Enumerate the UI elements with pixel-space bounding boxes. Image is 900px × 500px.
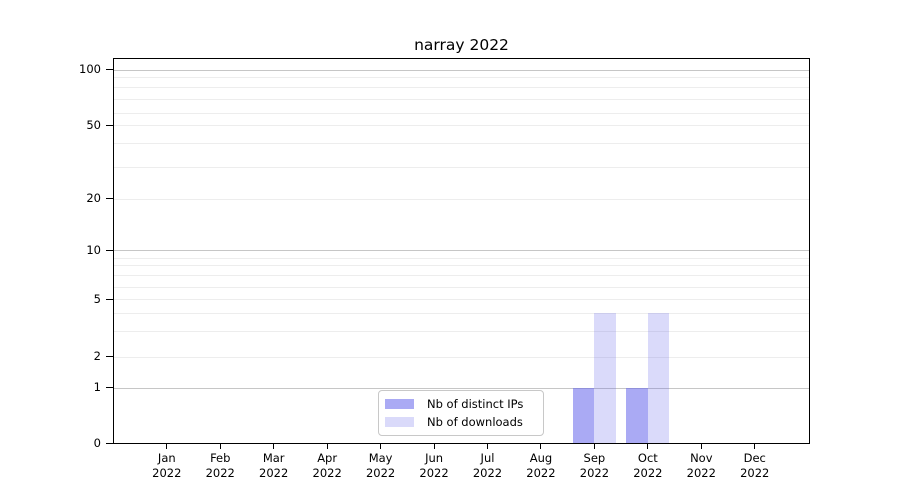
gridline-major-10 — [113, 250, 810, 251]
x-tick-year: 2022 — [740, 465, 770, 480]
legend-swatch-distinct-ips — [385, 399, 414, 409]
bar-downloads-sep — [594, 313, 616, 444]
legend: Nb of distinct IPs Nb of downloads — [378, 390, 544, 436]
y-tick-20 — [106, 198, 113, 199]
x-tick-month: Dec — [743, 451, 766, 465]
x-tick-may — [380, 444, 382, 449]
gridline-minor-9 — [113, 258, 810, 260]
legend-label-distinct-ips: Nb of distinct IPs — [427, 397, 524, 411]
x-tick-aug — [540, 444, 542, 449]
gridline-minor-30 — [113, 166, 810, 168]
gridline-minor-5 — [113, 299, 810, 300]
gridline-minor-4 — [113, 313, 810, 315]
y-tick-label-2: 2 — [93, 349, 101, 363]
y-tick-label-20: 20 — [86, 191, 101, 205]
x-tick-jan — [166, 444, 168, 449]
legend-swatch-downloads — [385, 417, 414, 427]
x-tick-jun — [433, 444, 435, 449]
gridline-minor-80 — [113, 87, 810, 88]
legend-label-downloads: Nb of downloads — [427, 415, 523, 429]
x-tick-apr — [326, 444, 328, 449]
x-tick-nov — [700, 444, 702, 449]
y-tick-50 — [106, 124, 113, 126]
gridline-minor-70 — [113, 99, 810, 100]
gridline-minor-60 — [113, 112, 810, 114]
gridline-major-100 — [113, 69, 810, 71]
y-tick-label-100: 100 — [79, 62, 101, 76]
legend-item-distinct-ips: Nb of distinct IPs — [385, 397, 537, 411]
y-tick-label-0: 0 — [93, 436, 101, 450]
gridline-minor-40 — [113, 142, 810, 144]
x-tick-feb — [219, 444, 221, 449]
bar-downloads-oct — [647, 313, 670, 444]
x-tick-jul — [487, 444, 488, 449]
y-tick-label-50: 50 — [86, 117, 101, 132]
y-tick-5 — [106, 298, 113, 300]
legend-item-downloads: Nb of downloads — [385, 415, 537, 429]
y-tick-10 — [106, 249, 113, 251]
y-tick-0 — [106, 443, 113, 444]
y-tick-label-10: 10 — [86, 242, 101, 257]
x-tick-label-dec: Dec 2022 — [723, 451, 787, 480]
x-tick-dec — [754, 444, 756, 449]
plot-area — [113, 58, 810, 444]
gridline-minor-7 — [113, 275, 810, 276]
gridline-minor-8 — [113, 265, 810, 266]
gridline-major-1 — [113, 387, 810, 389]
y-tick-label-1: 1 — [93, 380, 101, 394]
x-tick-oct — [647, 444, 649, 449]
gridline-minor-6 — [113, 286, 810, 288]
x-tick-mar — [273, 444, 275, 449]
y-tick-1 — [106, 387, 113, 388]
y-tick-2 — [106, 356, 113, 357]
bar-distinct-ips-oct — [626, 387, 648, 444]
chart-title: narray 2022 — [414, 36, 509, 54]
y-tick-100 — [106, 69, 113, 70]
bar-distinct-ips-sep — [573, 387, 595, 444]
gridline-minor-90 — [113, 77, 810, 78]
gridline-minor-20 — [113, 198, 810, 200]
gridline-minor-50 — [113, 125, 810, 126]
x-tick-sep — [593, 444, 595, 449]
y-tick-label-5: 5 — [93, 291, 101, 306]
gridline-minor-3 — [113, 330, 810, 332]
figure: narray 2022 0 1 2 5 10 20 50 100 Jan 2022 Feb 2022 M… — [0, 0, 900, 500]
gridline-minor-2 — [113, 356, 810, 358]
